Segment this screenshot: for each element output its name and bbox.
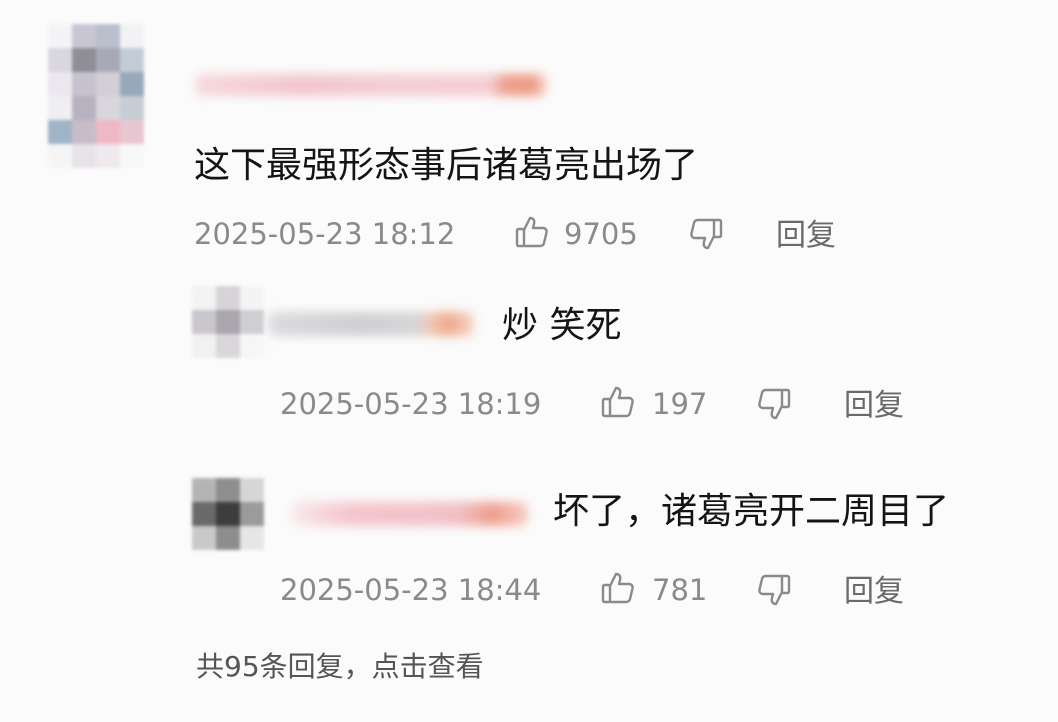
- avatar-pixel: [216, 502, 240, 526]
- avatar-pixel: [240, 502, 264, 526]
- thumbs-up-icon[interactable]: [514, 214, 550, 250]
- avatar-pixel: [240, 526, 264, 550]
- thumbs-up-icon[interactable]: [600, 384, 636, 420]
- reply-like-count: 197: [652, 387, 708, 421]
- comment-like-count: 9705: [564, 217, 638, 251]
- reply-timestamp: 2025-05-23 18:19: [280, 387, 542, 421]
- commenter-username-blurred[interactable]: [195, 74, 547, 96]
- avatar-pixel: [96, 120, 120, 144]
- avatar-pixel: [120, 72, 144, 96]
- avatar-pixel: [192, 478, 216, 502]
- reply-username-blurred[interactable]: [268, 312, 474, 336]
- reply-button[interactable]: 回复: [844, 575, 904, 609]
- avatar-pixel: [72, 96, 96, 120]
- avatar-pixel: [240, 310, 264, 334]
- reply-avatar[interactable]: [192, 286, 264, 358]
- reply-text: 炒 笑死: [502, 305, 622, 346]
- avatar-pixel: [216, 526, 240, 550]
- avatar-pixel: [240, 478, 264, 502]
- avatar-pixel: [240, 334, 264, 358]
- avatar-pixel: [120, 120, 144, 144]
- avatar-pixel: [192, 502, 216, 526]
- avatar-pixel: [72, 120, 96, 144]
- thumbs-up-icon[interactable]: [600, 570, 636, 606]
- avatar-pixel: [120, 48, 144, 72]
- avatar-pixel: [120, 96, 144, 120]
- comment-text: 这下最强形态事后诸葛亮出场了: [194, 145, 699, 186]
- avatar-pixel: [96, 24, 120, 48]
- avatar-pixel: [96, 96, 120, 120]
- avatar-pixel: [48, 120, 72, 144]
- avatar-pixel: [216, 334, 240, 358]
- avatar-pixel: [192, 286, 216, 310]
- avatar-pixel: [48, 72, 72, 96]
- avatar-pixel: [216, 286, 240, 310]
- reply-like-count: 781: [652, 573, 708, 607]
- thumbs-down-icon[interactable]: [688, 216, 724, 252]
- avatar-pixel: [72, 24, 96, 48]
- avatar-pixel: [96, 72, 120, 96]
- reply-button[interactable]: 回复: [844, 389, 904, 423]
- avatar-pixel: [240, 286, 264, 310]
- avatar-pixel: [48, 144, 72, 168]
- avatar-pixel: [192, 334, 216, 358]
- avatar-pixel: [192, 310, 216, 334]
- reply-timestamp: 2025-05-23 18:44: [280, 573, 542, 607]
- avatar-pixel: [72, 144, 96, 168]
- thumbs-down-icon[interactable]: [756, 386, 792, 422]
- reply-button[interactable]: 回复: [776, 219, 836, 253]
- thumbs-down-icon[interactable]: [756, 572, 792, 608]
- avatar-pixel: [120, 144, 144, 168]
- reply-text: 坏了，诸葛亮开二周目了: [553, 491, 950, 532]
- avatar-pixel: [48, 96, 72, 120]
- avatar-pixel: [72, 72, 96, 96]
- avatar-pixel: [192, 526, 216, 550]
- comment-timestamp: 2025-05-23 18:12: [194, 217, 456, 251]
- avatar-pixel: [216, 478, 240, 502]
- avatar-pixel: [96, 48, 120, 72]
- avatar-pixel: [216, 310, 240, 334]
- reply-username-blurred[interactable]: [292, 502, 528, 526]
- view-all-replies-link[interactable]: 共95条回复，点击查看: [196, 650, 484, 684]
- avatar-pixel: [120, 24, 144, 48]
- reply-avatar[interactable]: [192, 478, 264, 550]
- avatar-pixel: [72, 48, 96, 72]
- avatar-pixel: [96, 144, 120, 168]
- commenter-avatar[interactable]: [48, 24, 144, 168]
- avatar-pixel: [48, 24, 72, 48]
- avatar-pixel: [48, 48, 72, 72]
